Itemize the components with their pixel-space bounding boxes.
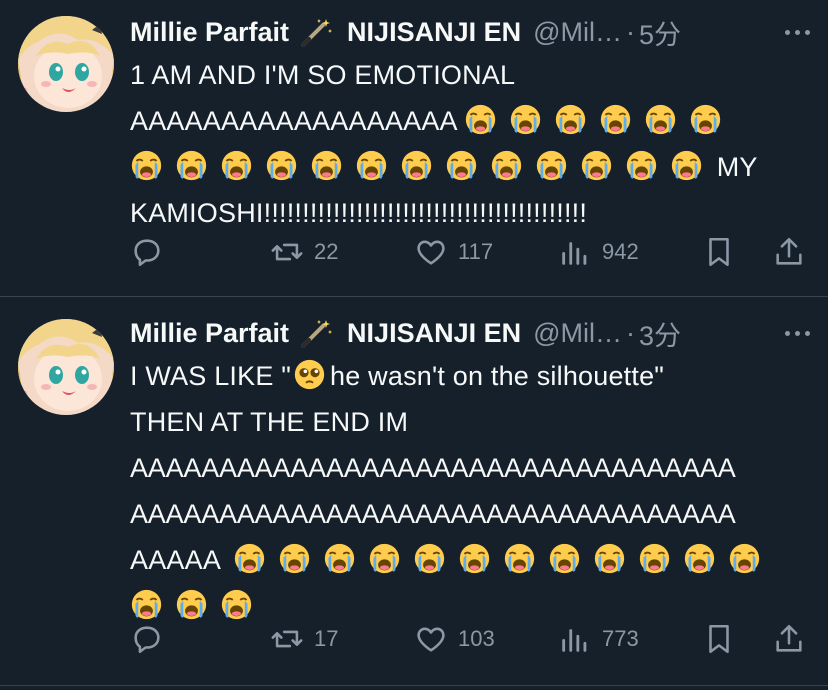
loudly-crying-face-icon xyxy=(464,103,497,136)
like-count: 103 xyxy=(458,626,495,651)
loudly-crying-face-icon xyxy=(509,103,542,136)
tweet-text-line: AAAAAAAAAAAAAAAAAAAAAAAAAAAAAAAAAA xyxy=(130,499,736,529)
views-count: 773 xyxy=(602,626,639,651)
loudly-crying-face-icon xyxy=(490,149,523,182)
tweet-text-line: I WAS LIKE " he wasn't on the silhouette" xyxy=(130,353,806,399)
tweet-text-line: THEN AT THE END IM xyxy=(130,407,409,437)
loudly-crying-face-icon xyxy=(355,149,388,182)
loudly-crying-face-icon xyxy=(503,542,536,575)
loudly-crying-face-icon xyxy=(310,149,343,182)
loudly-crying-face-icon xyxy=(323,542,356,575)
tweet-header: Millie Parfait NIJISANJI EN @Mil… · 5分 xyxy=(130,14,810,50)
bookmark-button[interactable] xyxy=(702,234,736,270)
loudly-crying-face-icon xyxy=(535,149,568,182)
tweet-text-line: AAAAAAAAAAAAAAAAAA xyxy=(130,98,806,144)
share-button[interactable] xyxy=(772,621,806,657)
loudly-crying-face-icon xyxy=(638,542,671,575)
tweet-text-line: AAAAAAAAAAAAAAAAAAAAAAAAAAAAAAAAAA xyxy=(130,453,736,483)
tweet[interactable]: Millie Parfait NIJISANJI EN @Mil… · 5分 1… xyxy=(0,0,828,297)
loudly-crying-face-icon xyxy=(400,149,433,182)
loudly-crying-face-icon xyxy=(548,542,581,575)
loudly-crying-face-icon xyxy=(580,149,613,182)
retweet-count: 22 xyxy=(314,239,339,264)
more-icon[interactable] xyxy=(785,14,810,50)
retweet-button[interactable]: 17 xyxy=(270,621,338,657)
retweet-icon xyxy=(271,243,303,261)
like-icon xyxy=(417,627,445,652)
pleading-face-icon xyxy=(293,358,326,391)
loudly-crying-face-icon xyxy=(554,103,587,136)
retweet-icon xyxy=(271,630,303,648)
display-name-suffix[interactable]: NIJISANJI EN xyxy=(347,17,521,48)
tweet-text-line: AAAAA xyxy=(130,537,806,583)
bookmark-icon xyxy=(709,624,729,654)
loudly-crying-face-icon xyxy=(265,149,298,182)
reply-icon xyxy=(134,239,160,267)
loudly-crying-face-icon xyxy=(220,588,253,621)
reply-icon xyxy=(134,626,160,654)
tweet[interactable]: Millie Parfait NIJISANJI EN @Mil… · 3分 I… xyxy=(0,297,828,686)
loudly-crying-face-icon xyxy=(670,149,703,182)
loudly-crying-face-icon xyxy=(278,542,311,575)
user-handle[interactable]: @Mil… xyxy=(533,17,622,48)
magic-wand-icon xyxy=(299,318,333,348)
tweet-text-line: KAMIOSHI!!!!!!!!!!!!!!!!!!!!!!!!!!!!!!!!… xyxy=(130,198,588,228)
views-button[interactable]: 942 xyxy=(558,234,639,270)
loudly-crying-face-icon xyxy=(593,542,626,575)
loudly-crying-face-icon xyxy=(625,149,658,182)
bookmark-button[interactable] xyxy=(702,621,736,657)
loudly-crying-face-icon xyxy=(368,542,401,575)
loudly-crying-face-icon xyxy=(445,149,478,182)
separator: · xyxy=(626,16,636,47)
like-icon xyxy=(417,240,445,265)
reply-button[interactable] xyxy=(130,234,164,270)
loudly-crying-face-icon xyxy=(220,149,253,182)
retweet-count: 17 xyxy=(314,626,339,651)
like-count: 117 xyxy=(458,239,494,264)
tweet-actions: 22 117 942 xyxy=(130,234,806,270)
loudly-crying-face-icon xyxy=(175,588,208,621)
timestamp[interactable]: 3分 xyxy=(639,314,681,353)
tweet-actions: 17 103 773 xyxy=(130,621,806,657)
tweet-header: Millie Parfait NIJISANJI EN @Mil… · 3分 xyxy=(130,315,810,351)
views-icon xyxy=(562,629,587,652)
loudly-crying-face-icon xyxy=(728,542,761,575)
like-button[interactable]: 103 xyxy=(414,621,495,657)
reply-button[interactable] xyxy=(130,621,164,657)
views-button[interactable]: 773 xyxy=(558,621,639,657)
tweet-text-line: 1 AM AND I'M SO EMOTIONAL xyxy=(130,60,516,90)
loudly-crying-face-icon xyxy=(689,103,722,136)
tweet-text: I WAS LIKE " he wasn't on the silhouette"… xyxy=(130,353,806,629)
magic-wand-icon xyxy=(299,17,333,47)
loudly-crying-face-icon xyxy=(683,542,716,575)
separator: · xyxy=(626,317,636,348)
user-handle[interactable]: @Mil… xyxy=(533,318,622,349)
views-icon xyxy=(562,242,587,265)
share-button[interactable] xyxy=(772,234,806,270)
share-icon xyxy=(776,624,802,652)
avatar[interactable] xyxy=(18,16,114,112)
share-icon xyxy=(776,237,802,265)
loudly-crying-face-icon xyxy=(599,103,632,136)
tweet-text-line: MY xyxy=(124,144,806,190)
bookmark-icon xyxy=(709,237,729,267)
loudly-crying-face-icon xyxy=(130,588,163,621)
loudly-crying-face-icon xyxy=(413,542,446,575)
avatar[interactable] xyxy=(18,319,114,415)
display-name[interactable]: Millie Parfait xyxy=(130,17,289,48)
more-icon[interactable] xyxy=(785,315,810,351)
tweet-text: 1 AM AND I'M SO EMOTIONAL AAAAAAAAAAAAAA… xyxy=(130,52,806,236)
retweet-button[interactable]: 22 xyxy=(270,234,338,270)
views-count: 942 xyxy=(602,239,639,264)
display-name[interactable]: Millie Parfait xyxy=(130,318,289,349)
display-name-suffix[interactable]: NIJISANJI EN xyxy=(347,318,521,349)
loudly-crying-face-icon xyxy=(458,542,491,575)
timestamp[interactable]: 5分 xyxy=(639,13,681,52)
like-button[interactable]: 117 xyxy=(414,234,493,270)
loudly-crying-face-icon xyxy=(233,542,266,575)
loudly-crying-face-icon xyxy=(130,149,163,182)
loudly-crying-face-icon xyxy=(175,149,208,182)
loudly-crying-face-icon xyxy=(644,103,677,136)
